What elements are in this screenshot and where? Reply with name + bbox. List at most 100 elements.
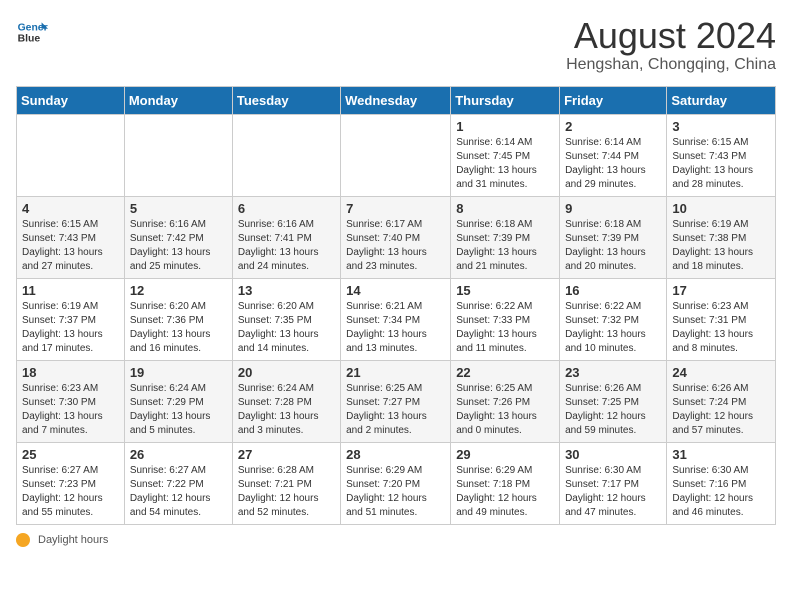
table-row: 10 Sunrise: 6:19 AM Sunset: 7:38 PM Dayli… — [667, 196, 776, 278]
day-info: Sunrise: 6:24 AM Sunset: 7:28 PM Dayligh… — [238, 382, 335, 438]
table-row: 1Sunrise: 6:14 AM Sunset: 7:45 PM Daylig… — [451, 114, 560, 196]
table-row: 26Sunrise: 6:27 AM Sunset: 7:22 PM Dayli… — [124, 442, 232, 524]
day-info: Sunrise: 6:22 AM Sunset: 7:33 PM Dayligh… — [456, 300, 554, 356]
day-number: 26 — [130, 447, 227, 462]
day-number: 14 — [346, 283, 445, 298]
table-row: 13 Sunrise: 6:20 AM Sunset: 7:35 PM Dayli… — [232, 278, 340, 360]
table-row: 18Sunrise: 6:23 AM Sunset: 7:30 PM Dayli… — [17, 360, 125, 442]
calendar: SundayMondayTuesdayWednesdayThursdayFrid… — [16, 86, 776, 525]
table-row: 3 Sunrise: 6:15 AM Sunset: 7:43 PM Daylig… — [667, 114, 776, 196]
days-of-week-row: SundayMondayTuesdayWednesdayThursdayFrid… — [17, 86, 776, 114]
day-number: 29 — [456, 447, 554, 462]
day-number: 30 — [565, 447, 661, 462]
day-number: 28 — [346, 447, 445, 462]
day-number: 11 — [22, 283, 119, 298]
day-number: 3 — [672, 119, 770, 134]
week-row-3: 11Sunrise: 6:19 AM Sunset: 7:37 PM Dayli… — [17, 278, 776, 360]
day-info: Sunrise: 6:18 AM Sunset: 7:39 PM Dayligh… — [565, 218, 661, 274]
table-row: 16Sunrise: 6:22 AM Sunset: 7:32 PM Dayli… — [560, 278, 667, 360]
day-number: 5 — [130, 201, 227, 216]
subtitle: Hengshan, Chongqing, China — [566, 56, 776, 74]
day-number: 25 — [22, 447, 119, 462]
day-of-week-wednesday: Wednesday — [341, 86, 451, 114]
svg-text:Blue: Blue — [18, 34, 41, 45]
day-number: 10 — [672, 201, 770, 216]
day-info: Sunrise: 6:26 AM Sunset: 7:25 PM Dayligh… — [565, 382, 661, 438]
day-info: Sunrise: 6:19 AM Sunset: 7:38 PM Dayligh… — [672, 218, 770, 274]
logo: General Blue — [16, 16, 48, 48]
table-row: 6 Sunrise: 6:16 AM Sunset: 7:41 PM Daylig… — [232, 196, 340, 278]
day-info: Sunrise: 6:21 AM Sunset: 7:34 PM Dayligh… — [346, 300, 445, 356]
day-info: Sunrise: 6:30 AM Sunset: 7:17 PM Dayligh… — [565, 464, 661, 520]
table-row: 20 Sunrise: 6:24 AM Sunset: 7:28 PM Dayli… — [232, 360, 340, 442]
day-info: Sunrise: 6:23 AM Sunset: 7:31 PM Dayligh… — [672, 300, 770, 356]
day-number: 15 — [456, 283, 554, 298]
table-row: 12 Sunrise: 6:20 AM Sunset: 7:36 PM Dayli… — [124, 278, 232, 360]
day-of-week-thursday: Thursday — [451, 86, 560, 114]
daylight-hours-label: Daylight hours — [38, 534, 108, 546]
day-number: 17 — [672, 283, 770, 298]
logo-icon: General Blue — [16, 16, 48, 48]
table-row: 22 Sunrise: 6:25 AM Sunset: 7:26 PM Dayli… — [451, 360, 560, 442]
day-number: 31 — [672, 447, 770, 462]
day-info: Sunrise: 6:14 AM Sunset: 7:45 PM Dayligh… — [456, 136, 554, 192]
week-row-1: 1Sunrise: 6:14 AM Sunset: 7:45 PM Daylig… — [17, 114, 776, 196]
table-row: 28 Sunrise: 6:29 AM Sunset: 7:20 PM Dayli… — [341, 442, 451, 524]
day-info: Sunrise: 6:15 AM Sunset: 7:43 PM Dayligh… — [672, 136, 770, 192]
day-info: Sunrise: 6:20 AM Sunset: 7:35 PM Dayligh… — [238, 300, 335, 356]
day-number: 21 — [346, 365, 445, 380]
day-info: Sunrise: 6:24 AM Sunset: 7:29 PM Dayligh… — [130, 382, 227, 438]
table-row: 19 Sunrise: 6:24 AM Sunset: 7:29 PM Dayli… — [124, 360, 232, 442]
day-number: 22 — [456, 365, 554, 380]
day-of-week-tuesday: Tuesday — [232, 86, 340, 114]
day-info: Sunrise: 6:22 AM Sunset: 7:32 PM Dayligh… — [565, 300, 661, 356]
table-row: 24 Sunrise: 6:26 AM Sunset: 7:24 PM Dayli… — [667, 360, 776, 442]
week-row-5: 25Sunrise: 6:27 AM Sunset: 7:23 PM Dayli… — [17, 442, 776, 524]
day-info: Sunrise: 6:20 AM Sunset: 7:36 PM Dayligh… — [130, 300, 227, 356]
day-number: 12 — [130, 283, 227, 298]
table-row — [341, 114, 451, 196]
table-row: 7Sunrise: 6:17 AM Sunset: 7:40 PM Daylig… — [341, 196, 451, 278]
table-row — [124, 114, 232, 196]
day-number: 27 — [238, 447, 335, 462]
table-row: 31 Sunrise: 6:30 AM Sunset: 7:16 PM Dayli… — [667, 442, 776, 524]
day-number: 20 — [238, 365, 335, 380]
table-row: 23 Sunrise: 6:26 AM Sunset: 7:25 PM Dayli… — [560, 360, 667, 442]
day-info: Sunrise: 6:14 AM Sunset: 7:44 PM Dayligh… — [565, 136, 661, 192]
day-number: 18 — [22, 365, 119, 380]
table-row: 30 Sunrise: 6:30 AM Sunset: 7:17 PM Dayli… — [560, 442, 667, 524]
table-row: 25Sunrise: 6:27 AM Sunset: 7:23 PM Dayli… — [17, 442, 125, 524]
day-info: Sunrise: 6:30 AM Sunset: 7:16 PM Dayligh… — [672, 464, 770, 520]
table-row: 5 Sunrise: 6:16 AM Sunset: 7:42 PM Daylig… — [124, 196, 232, 278]
day-number: 19 — [130, 365, 227, 380]
day-info: Sunrise: 6:15 AM Sunset: 7:43 PM Dayligh… — [22, 218, 119, 274]
day-number: 4 — [22, 201, 119, 216]
table-row: 27Sunrise: 6:28 AM Sunset: 7:21 PM Dayli… — [232, 442, 340, 524]
day-info: Sunrise: 6:29 AM Sunset: 7:18 PM Dayligh… — [456, 464, 554, 520]
table-row — [17, 114, 125, 196]
day-number: 24 — [672, 365, 770, 380]
day-number: 8 — [456, 201, 554, 216]
day-number: 2 — [565, 119, 661, 134]
day-info: Sunrise: 6:16 AM Sunset: 7:41 PM Dayligh… — [238, 218, 335, 274]
day-of-week-sunday: Sunday — [17, 86, 125, 114]
day-info: Sunrise: 6:26 AM Sunset: 7:24 PM Dayligh… — [672, 382, 770, 438]
table-row: 29 Sunrise: 6:29 AM Sunset: 7:18 PM Dayli… — [451, 442, 560, 524]
day-number: 9 — [565, 201, 661, 216]
day-info: Sunrise: 6:25 AM Sunset: 7:26 PM Dayligh… — [456, 382, 554, 438]
table-row: 2 Sunrise: 6:14 AM Sunset: 7:44 PM Daylig… — [560, 114, 667, 196]
day-of-week-friday: Friday — [560, 86, 667, 114]
title-area: August 2024 Hengshan, Chongqing, China — [566, 16, 776, 74]
table-row: 4 Sunrise: 6:15 AM Sunset: 7:43 PM Daylig… — [17, 196, 125, 278]
day-number: 23 — [565, 365, 661, 380]
day-info: Sunrise: 6:16 AM Sunset: 7:42 PM Dayligh… — [130, 218, 227, 274]
day-number: 13 — [238, 283, 335, 298]
day-number: 7 — [346, 201, 445, 216]
day-info: Sunrise: 6:29 AM Sunset: 7:20 PM Dayligh… — [346, 464, 445, 520]
week-row-2: 4 Sunrise: 6:15 AM Sunset: 7:43 PM Daylig… — [17, 196, 776, 278]
main-title: August 2024 — [566, 16, 776, 56]
day-info: Sunrise: 6:25 AM Sunset: 7:27 PM Dayligh… — [346, 382, 445, 438]
table-row: 17 Sunrise: 6:23 AM Sunset: 7:31 PM Dayli… — [667, 278, 776, 360]
table-row — [232, 114, 340, 196]
day-number: 6 — [238, 201, 335, 216]
